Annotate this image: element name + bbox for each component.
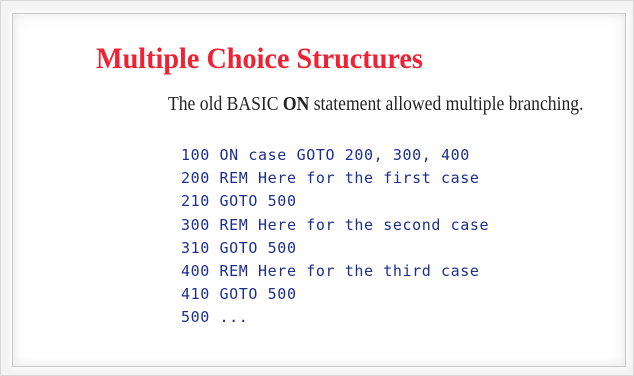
slide-title: Multiple Choice Structures xyxy=(96,42,423,75)
code-line: 310 GOTO 500 xyxy=(181,238,297,257)
slide: Multiple Choice Structures The old BASIC… xyxy=(12,13,626,367)
code-line: 400 REM Here for the third case xyxy=(181,261,480,280)
code-line: 500 ... xyxy=(181,308,249,327)
subtitle-text-before: The old BASIC xyxy=(168,93,283,115)
subtitle-text-after: statement allowed multiple branching. xyxy=(309,93,584,115)
code-line: 200 REM Here for the first case xyxy=(181,169,480,188)
subtitle-keyword: ON xyxy=(282,93,310,115)
slide-subtitle: The old BASIC ON statement allowed multi… xyxy=(168,92,583,116)
window-frame: Multiple Choice Structures The old BASIC… xyxy=(0,0,634,376)
code-line: 410 GOTO 500 xyxy=(181,285,297,304)
code-line: 300 REM Here for the second case xyxy=(181,215,490,234)
code-line: 210 GOTO 500 xyxy=(181,192,297,211)
code-line: 100 ON case GOTO 200, 300, 400 xyxy=(181,146,470,164)
code-listing: 100 ON case GOTO 200, 300, 400 200 REM H… xyxy=(181,144,489,330)
